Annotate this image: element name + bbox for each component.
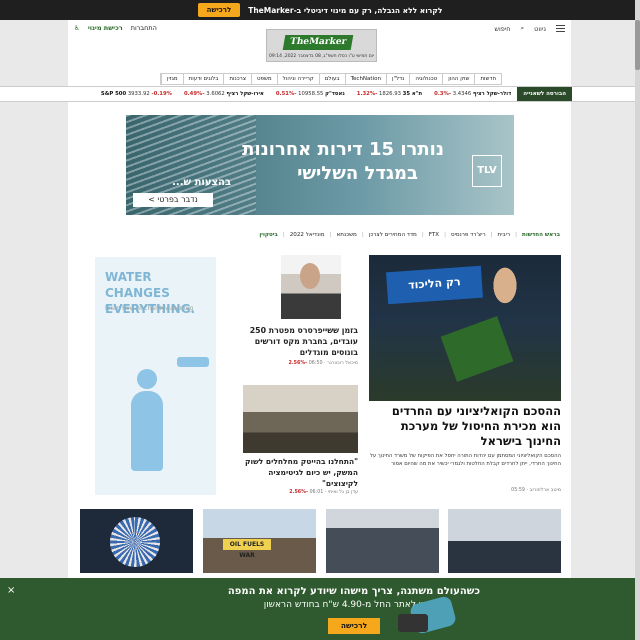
ticker-item[interactable]: נאסד"ק 10958.55 -0.51% — [276, 91, 345, 97]
nav-item[interactable]: שוק ההון — [442, 74, 474, 84]
nav-item[interactable]: חדשות — [474, 74, 501, 84]
header-account: התחברות רכישת מינוי ♿ — [74, 24, 157, 32]
topics-bar: בראש החדשות | ריבית | ריצ'רד פרנסיס | FT… — [259, 232, 560, 238]
menu-icon[interactable] — [556, 25, 565, 32]
mid-article-2-title[interactable]: "התחלנו בהייטק מחלחלים לשוק המשק, יש כיו… — [243, 456, 358, 489]
bottom-article-thumb[interactable] — [326, 509, 439, 573]
banner-buy-button[interactable]: לרכישה — [328, 618, 380, 634]
nav-item[interactable]: נדל"ן — [385, 74, 409, 84]
main-article-summary: ההסכם הקואליציוני המסתמן עם יהדות התורה … — [369, 453, 561, 467]
close-icon[interactable]: × — [7, 585, 15, 596]
nav-item[interactable]: בלוגים ודעות — [182, 74, 224, 84]
promo-text: לקרוא ללא הגבלה, רק עם מינוי דיגיטלי ב-T… — [248, 5, 443, 15]
ad-cta-button[interactable]: נדבר בפרטי > — [133, 193, 213, 207]
topic-link[interactable]: מדד המחירים לצרכן — [369, 232, 417, 238]
topic-link[interactable]: FTX — [429, 232, 439, 238]
topic-link[interactable]: ביטקוין — [259, 232, 277, 238]
nav-item[interactable]: צרכנות — [223, 74, 251, 84]
nav-item[interactable]: TechNation — [344, 74, 386, 84]
faucet-icon — [177, 357, 209, 367]
water-ad-sub: learn how at charitywater.org — [105, 305, 194, 312]
ticker-item[interactable]: דולר-שקל רציף 3.4346 -0.3% — [434, 91, 511, 97]
search-label[interactable]: חיפוש — [494, 25, 510, 33]
ticker-item[interactable]: S&P 500 3933.92 -0.19% — [101, 91, 172, 97]
topic-link[interactable]: ריצ'רד פרנסיס — [451, 232, 486, 238]
scrollbar[interactable] — [635, 0, 640, 640]
mid-article-1-title[interactable]: בזמן ששייפרסרס מפטרת 250 עובדים, בחברת מ… — [243, 325, 358, 358]
ticker-items: דולר-שקל רציף 3.4346 -0.3% ת"א 35 1826.9… — [101, 91, 517, 97]
header-tools: ניווט ⌕ חיפוש — [494, 24, 565, 33]
subscription-banner: × כשהעולם משתנה, צריך מישהו שיודע לקרוא … — [0, 578, 640, 640]
promo-buy-button[interactable]: לרכישה — [197, 3, 241, 17]
search-icon[interactable]: ⌕ — [521, 24, 525, 33]
charity-water-ad[interactable]: WATER CHANGES EVERYTHING. learn how at c… — [95, 257, 216, 495]
site-header: ניווט ⌕ חיפוש התחברות רכישת מינוי ♿ TheM… — [68, 20, 571, 68]
topics-label: בראש החדשות — [522, 232, 560, 238]
bottom-article-thumb[interactable] — [80, 509, 193, 573]
main-article-meta: מיטב ארלוזורוב · 05:59 — [511, 488, 561, 493]
ad-headline-1: נותרו 15 דירות אחרונות — [242, 139, 444, 160]
main-nav: חדשות שוק ההון טכנולוגיה נדל"ן TechNatio… — [160, 73, 503, 85]
logo-wordmark: TheMarker — [282, 35, 354, 50]
image-portrait — [487, 267, 523, 313]
accessibility-icon[interactable]: ♿ — [74, 24, 80, 32]
bottom-article-thumb[interactable]: OIL FUELS WAR — [203, 509, 316, 573]
bottom-article-thumb[interactable] — [448, 509, 561, 573]
money-fan-image — [110, 517, 160, 567]
scrollbar-thumb[interactable] — [635, 20, 640, 70]
nav-item[interactable]: טכנולוגיה — [409, 74, 442, 84]
subscribe-link[interactable]: רכישת מינוי — [88, 24, 123, 32]
mid-article-2-image[interactable] — [243, 385, 358, 453]
ticker-live-label[interactable]: הבורסה לשאנייה — [517, 87, 572, 101]
promo-bar: לקרוא ללא הגבלה, רק עם מינוי דיגיטלי ב-T… — [0, 0, 640, 20]
mascot-illustration — [398, 580, 468, 638]
mid-article-2-meta: עדן בן גל ואיתי · 06:01 -2.56% — [289, 490, 358, 495]
nav-item[interactable]: בעולם — [318, 74, 345, 84]
ad-offer: בהצעות ש... — [172, 177, 231, 188]
menu-label[interactable]: ניווט — [534, 25, 546, 33]
image-flag — [440, 316, 514, 382]
ticker-item[interactable]: אירו-שקל רציף 3.6062 -0.49% — [184, 91, 264, 97]
nav-item[interactable]: קריירה וניהול — [276, 74, 319, 84]
ticker-item[interactable]: ת"א 35 1826.93 -1.32% — [357, 91, 422, 97]
market-ticker: הבורסה לשאנייה דולר-שקל רציף 3.4346 -0.3… — [0, 86, 640, 102]
main-article-image[interactable]: רק הליכוד — [369, 255, 561, 401]
child-figure-icon — [127, 369, 167, 474]
nav-item[interactable]: משפט — [251, 74, 277, 84]
mid-article-1-meta: מיכאל רוכוורגר · 06:50 -2.56% — [288, 361, 358, 366]
date-line: יום חמישי ט"ו כסלו תשפ"ג, 08 בדצמבר 2022… — [268, 54, 374, 59]
ad-headline-2: במגדל השלישי — [297, 163, 418, 184]
nav-item[interactable]: מגזין — [161, 74, 183, 84]
mid-article-1-image[interactable] — [281, 255, 341, 319]
thumb-sign: OIL FUELS WAR — [223, 539, 271, 559]
site-logo[interactable]: TheMarker יום חמישי ט"ו כסלו תשפ"ג, 08 ב… — [266, 29, 377, 62]
ad-brand-logo: TLV — [472, 155, 502, 187]
topic-link[interactable]: ריבית — [498, 232, 511, 238]
topic-link[interactable]: מונדיאל 2022 — [290, 232, 325, 238]
topic-link[interactable]: משכנתא — [336, 232, 356, 238]
image-banner: רק הליכוד — [385, 265, 484, 305]
login-link[interactable]: התחברות — [131, 24, 157, 32]
real-estate-ad[interactable]: נותרו 15 דירות אחרונות במגדל השלישי בהצע… — [126, 115, 514, 215]
main-article-title[interactable]: ההסכם הקואליציוני עם החרדים הוא מכירת הח… — [369, 404, 561, 449]
